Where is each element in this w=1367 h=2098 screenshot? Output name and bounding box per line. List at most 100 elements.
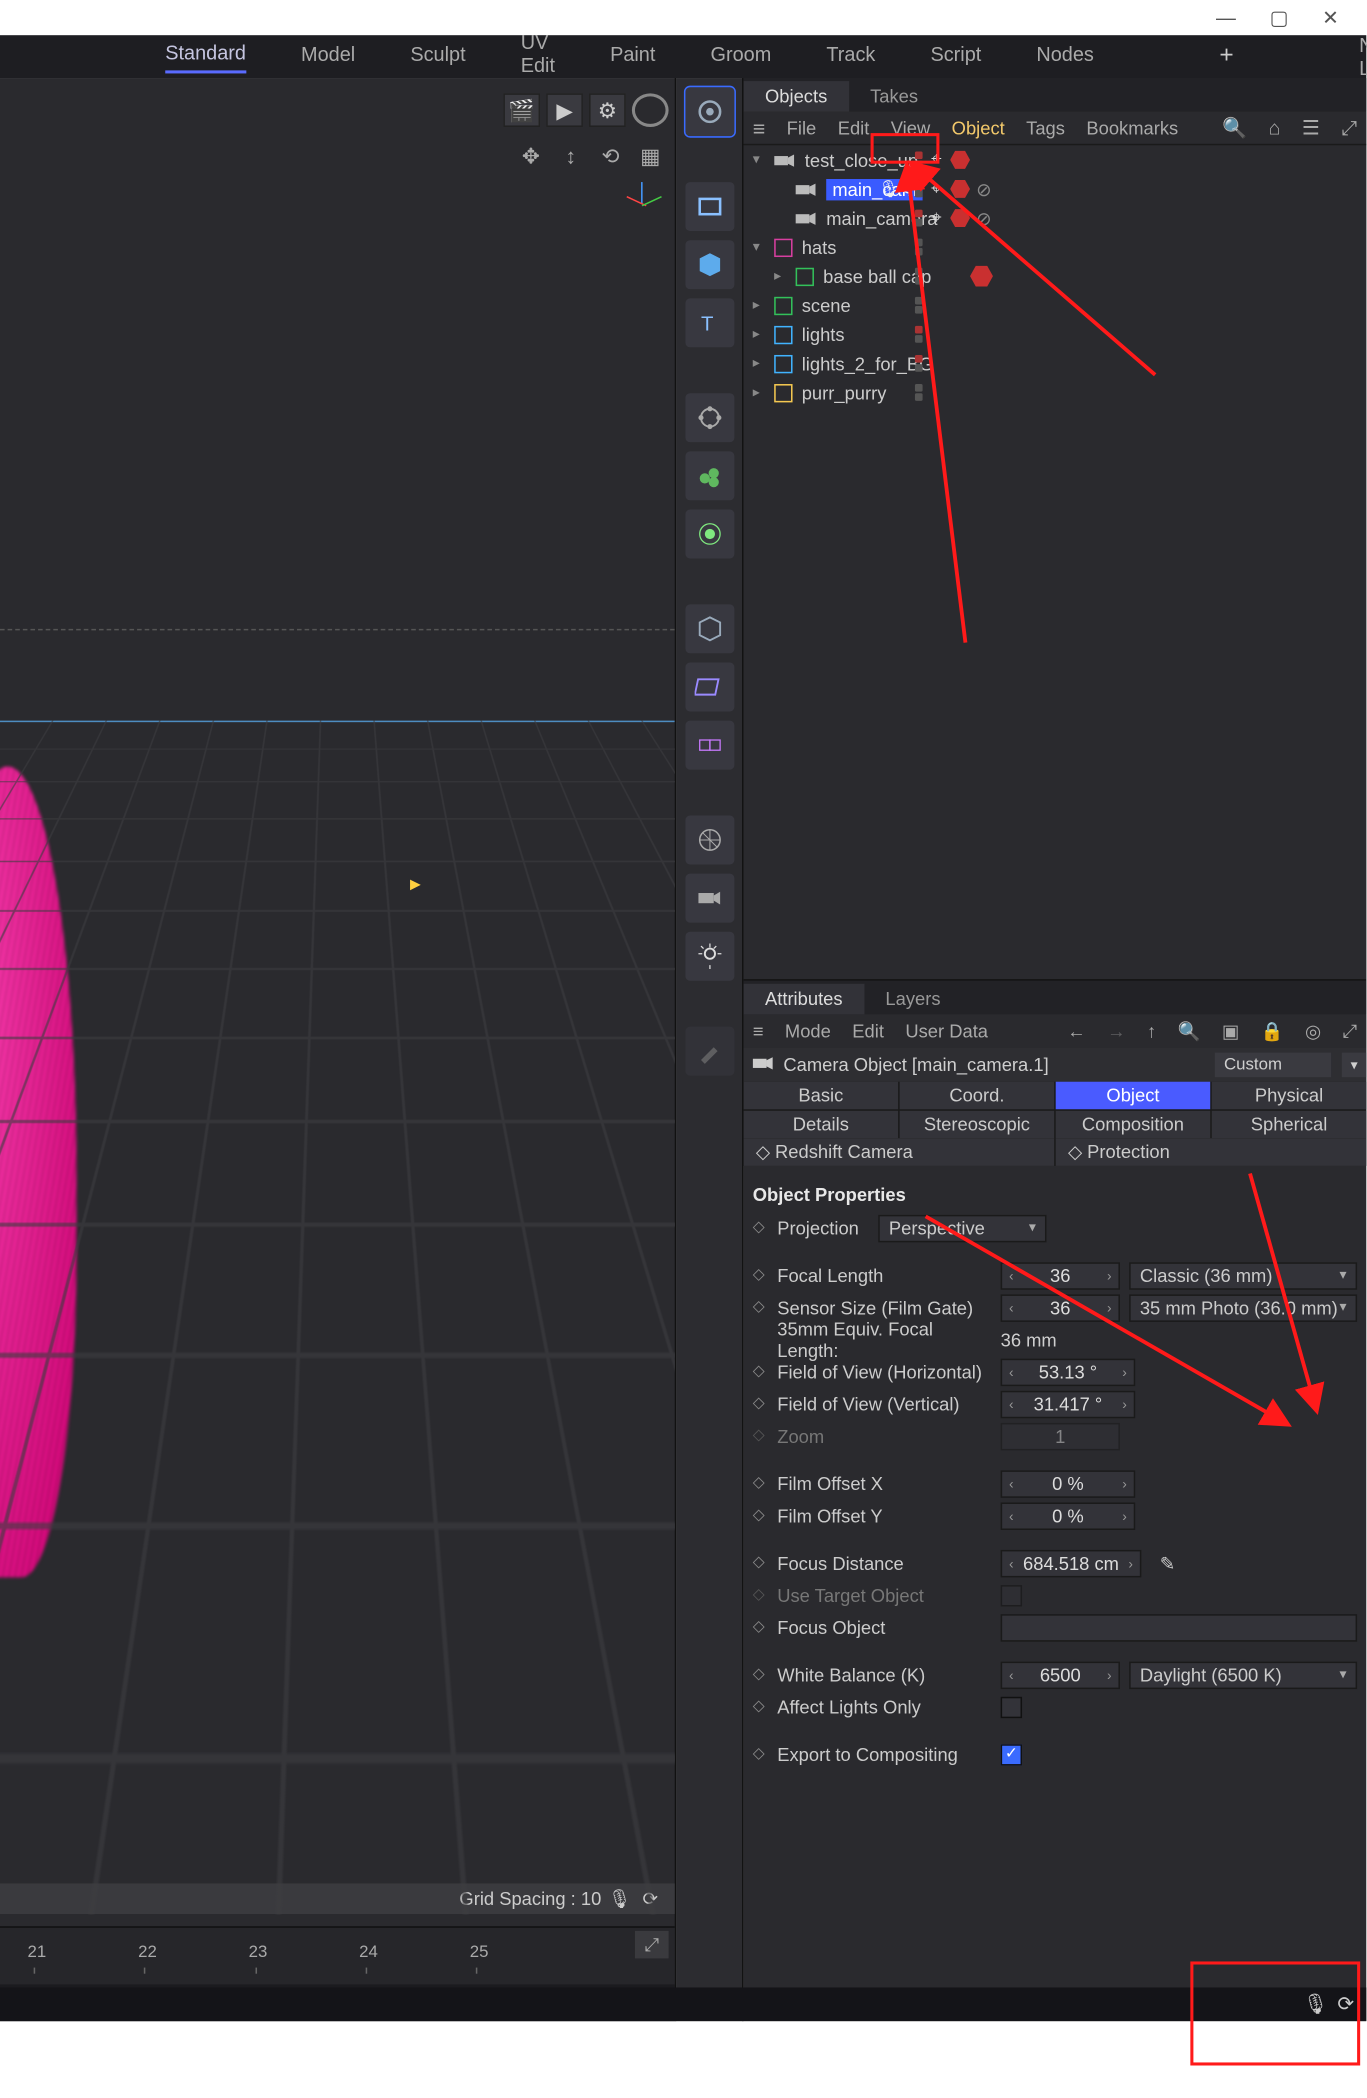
visibility-dots[interactable]	[915, 355, 923, 372]
refresh-icon[interactable]: ⟳	[638, 1888, 662, 1909]
mic-icon[interactable]: 🎙	[607, 1888, 631, 1909]
popout-icon[interactable]: ⤢	[1342, 1020, 1357, 1043]
timeline-graph-button[interactable]: ⤢	[635, 1931, 669, 1959]
sensor-size-field[interactable]: ‹36›	[1001, 1294, 1120, 1322]
redshift-tag-icon[interactable]	[970, 265, 993, 288]
keyframe-diamond[interactable]: ◇	[753, 1267, 768, 1284]
tree-row[interactable]: main_cam⌖⊘🎙⟳	[744, 174, 1367, 203]
tree-row[interactable]: ▸ scene	[744, 291, 1367, 320]
target-icon[interactable]: ◎	[1305, 1021, 1321, 1042]
mic-icon[interactable]: 🎙	[878, 179, 899, 199]
refresh-icon[interactable]: ⟳	[903, 179, 917, 199]
layout-model[interactable]: Model	[301, 42, 355, 71]
text-tool[interactable]: T	[685, 298, 734, 347]
visibility-dots[interactable]	[915, 326, 923, 343]
burger-icon[interactable]: ≡	[753, 1021, 764, 1042]
minimize-button[interactable]: —	[1216, 6, 1236, 29]
om-tags[interactable]: Tags	[1026, 117, 1065, 138]
keyframe-diamond[interactable]: ◇	[753, 1219, 768, 1236]
keyframe-diamond[interactable]: ◇	[753, 1475, 768, 1492]
om-file[interactable]: File	[787, 117, 817, 138]
object-name[interactable]: scene	[802, 295, 851, 316]
refresh-icon[interactable]: ⟳	[1337, 1992, 1354, 2016]
tab-layers[interactable]: Layers	[864, 984, 962, 1015]
keyframe-diamond[interactable]: ◇	[753, 1698, 768, 1715]
rectangle-tool[interactable]	[685, 182, 734, 231]
om-view[interactable]: View	[891, 117, 930, 138]
tree-row[interactable]: ▾test_close_up⌖	[744, 145, 1367, 174]
redshift-tag-icon[interactable]	[950, 208, 970, 228]
redshift-tag-icon[interactable]	[950, 150, 970, 170]
custom-dropdown[interactable]: Custom	[1215, 1053, 1331, 1077]
tree-row[interactable]: ▸base ball cap	[744, 262, 1367, 291]
layout-uvedit[interactable]: UV Edit	[521, 31, 555, 83]
visibility-dots[interactable]	[915, 384, 923, 401]
zoom-icon[interactable]: ↕	[552, 139, 589, 173]
om-bookmarks[interactable]: Bookmarks	[1086, 117, 1178, 138]
nav-fwd-icon[interactable]: →	[1107, 1021, 1125, 1042]
visibility-dots[interactable]	[915, 239, 923, 256]
layout-groom[interactable]: Groom	[710, 42, 771, 71]
popout-icon[interactable]: ⤢	[1341, 116, 1357, 140]
expand-icon[interactable]: ▾	[753, 239, 768, 256]
tab-stereo[interactable]: Stereoscopic	[900, 1111, 1055, 1139]
redshift-tag-icon[interactable]	[950, 179, 970, 199]
attr-userdata[interactable]: User Data	[905, 1021, 988, 1042]
keyframe-diamond[interactable]: ◇	[753, 1507, 768, 1524]
instance-tool[interactable]	[685, 721, 734, 770]
target-tag-icon[interactable]: ⌖	[927, 180, 945, 198]
tab-objects[interactable]: Objects	[744, 81, 849, 112]
keyframe-diamond[interactable]: ◇	[753, 1299, 768, 1316]
keyframe-diamond[interactable]: ◇	[753, 1395, 768, 1412]
timeline[interactable]: ⤢ 21 22 23 24 25	[0, 1926, 675, 1984]
export-compositing-checkbox[interactable]: ✓	[1001, 1743, 1022, 1764]
expand-icon[interactable]: ▸	[753, 384, 768, 401]
tree-row[interactable]: main_camera⌖⊘	[744, 203, 1367, 232]
keyframe-diamond[interactable]: ◇	[753, 1363, 768, 1380]
expand-icon[interactable]: ▸	[753, 297, 768, 314]
focal-preset-dropdown[interactable]: Classic (36 mm)▾	[1129, 1261, 1357, 1289]
affect-lights-checkbox[interactable]	[1001, 1696, 1022, 1717]
attr-mode[interactable]: Mode	[785, 1021, 831, 1042]
white-balance-field[interactable]: ‹6500›	[1001, 1661, 1120, 1689]
tree-row[interactable]: ▸lights_2_for_BG	[744, 349, 1367, 378]
inline-mic-refresh[interactable]: 🎙⟳	[878, 179, 917, 199]
tab-protection[interactable]: ◇ Protection	[1056, 1138, 1367, 1166]
focus-distance-field[interactable]: ‹684.518 cm›	[1001, 1549, 1142, 1577]
layout-track[interactable]: Track	[826, 42, 875, 71]
visibility-dots[interactable]	[915, 297, 923, 314]
folder-icon[interactable]: ▣	[1222, 1021, 1239, 1042]
fov-h-field[interactable]: ‹53.13 °›	[1001, 1358, 1136, 1386]
pick-distance-icon[interactable]: ✎	[1157, 1552, 1178, 1573]
camera-marker[interactable]: ▸	[410, 871, 421, 897]
visibility-dots[interactable]	[915, 151, 923, 168]
sky-tool[interactable]	[685, 815, 734, 864]
disable-tag-icon[interactable]: ⊘	[975, 209, 993, 227]
tab-redshift-camera[interactable]: ◇ Redshift Camera	[744, 1138, 1055, 1166]
tab-composition[interactable]: Composition	[1056, 1111, 1211, 1139]
expand-icon[interactable]: ▸	[753, 326, 768, 343]
tab-details[interactable]: Details	[744, 1111, 899, 1139]
render-settings-icon[interactable]: ⚙	[589, 93, 626, 127]
object-name[interactable]: purr_purry	[802, 382, 887, 403]
camera-tool[interactable]	[685, 874, 734, 923]
live-select-tool[interactable]	[685, 87, 734, 136]
axis-gizmo[interactable]	[626, 182, 663, 219]
tab-coord[interactable]: Coord.	[900, 1082, 1055, 1110]
search-icon[interactable]: 🔍	[1178, 1021, 1201, 1042]
tab-object[interactable]: Object	[1056, 1082, 1211, 1110]
subdivision-tool[interactable]	[685, 393, 734, 442]
keyframe-diamond[interactable]: ◇	[753, 1746, 768, 1763]
field-tool[interactable]	[685, 509, 734, 558]
tree-row[interactable]: ▸lights	[744, 320, 1367, 349]
cube-tool[interactable]	[685, 240, 734, 289]
deformer-tool[interactable]	[685, 662, 734, 711]
layout-script[interactable]: Script	[930, 42, 981, 71]
render-play-icon[interactable]: ▶	[546, 93, 583, 127]
maximize-button[interactable]: ▢	[1270, 5, 1289, 29]
visibility-dots[interactable]	[915, 210, 923, 227]
tab-takes[interactable]: Takes	[849, 81, 940, 112]
close-button[interactable]: ✕	[1322, 5, 1339, 29]
om-object[interactable]: Object	[952, 117, 1005, 138]
target-tag-icon[interactable]: ⌖	[927, 209, 945, 227]
